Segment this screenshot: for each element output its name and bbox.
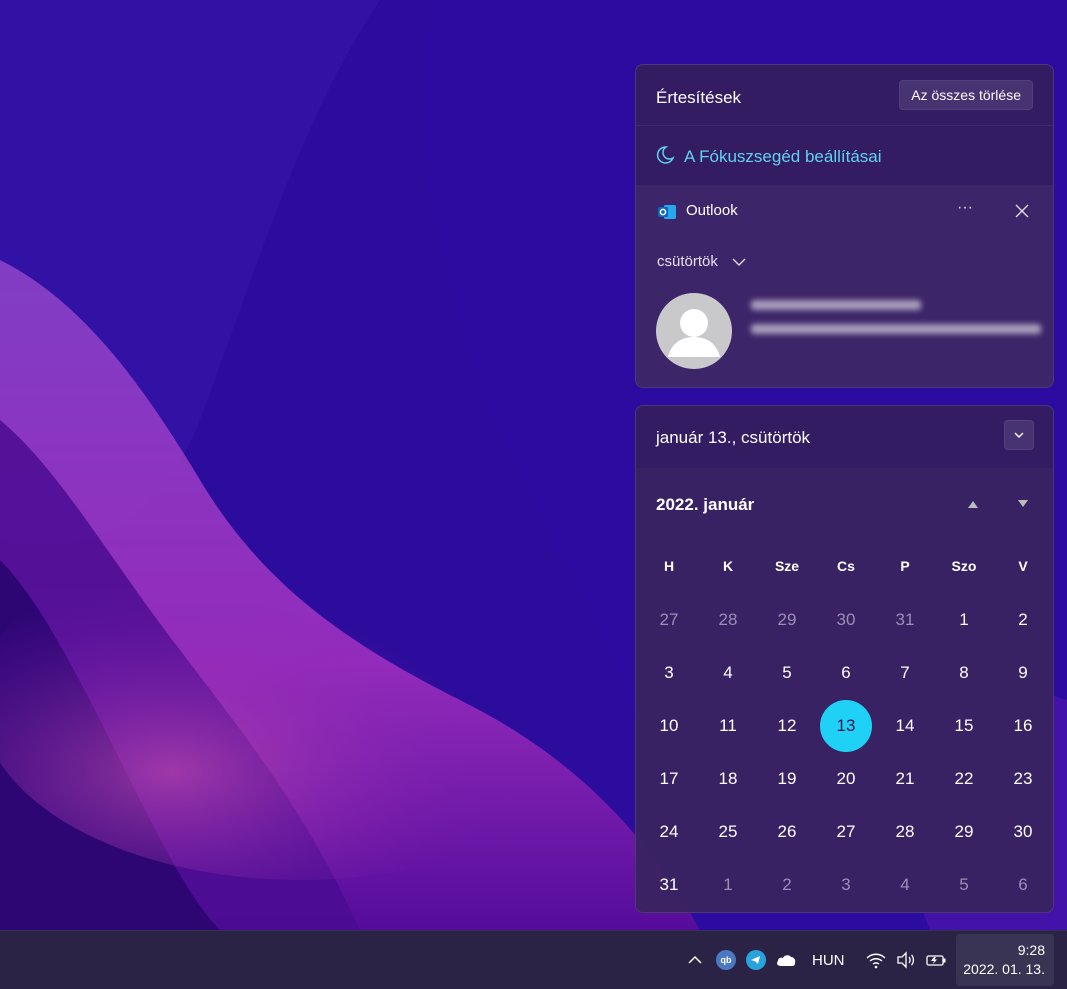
calendar-day-today[interactable]: 13 — [820, 700, 872, 752]
calendar-day[interactable]: 11 — [702, 700, 754, 752]
calendar-body: 2022. január H K Sze Cs P Szo V 27 28 29 30 31 1 2 3 4 5… — [636, 468, 1053, 912]
calendar-day[interactable]: 27 — [820, 806, 872, 858]
calendar-day[interactable]: 4 — [879, 859, 931, 911]
qbittorrent-icon[interactable]: qb — [716, 950, 736, 970]
calendar-day[interactable]: 15 — [938, 700, 990, 752]
calendar-day[interactable]: 9 — [997, 647, 1049, 699]
taskbar: qb HUN 9:28 2022. 01. 13. — [0, 930, 1067, 989]
notification-header: Értesítések Az összes törlése — [636, 65, 1053, 125]
calendar-day[interactable]: 17 — [643, 753, 695, 805]
calendar-flyout: január 13., csütörtök 2022. január H K Sze… — [635, 405, 1054, 913]
moon-icon — [656, 146, 675, 164]
outlook-icon — [658, 205, 676, 219]
calendar-day[interactable]: 5 — [938, 859, 990, 911]
calendar-day[interactable]: 26 — [761, 806, 813, 858]
weekday-header: K — [722, 558, 734, 574]
clock-date: 2022. 01. 13. — [963, 961, 1045, 977]
calendar-day[interactable]: 23 — [997, 753, 1049, 805]
next-month-icon[interactable] — [1016, 498, 1030, 510]
calendar-day[interactable]: 28 — [879, 806, 931, 858]
redacted-sender — [751, 300, 921, 310]
calendar-day[interactable]: 16 — [997, 700, 1049, 752]
close-icon[interactable] — [1012, 201, 1032, 221]
calendar-day[interactable]: 29 — [761, 594, 813, 646]
calendar-day[interactable]: 29 — [938, 806, 990, 858]
weekday-header: H — [663, 558, 675, 574]
calendar-header: január 13., csütörtök — [636, 406, 1053, 468]
chevron-up-icon[interactable] — [686, 951, 704, 969]
weekday-header: V — [1018, 558, 1028, 574]
volume-icon[interactable] — [895, 950, 917, 970]
calendar-day[interactable]: 21 — [879, 753, 931, 805]
outlook-notification-card[interactable]: Outlook ··· csütörtök — [636, 185, 1053, 387]
taskbar-clock[interactable]: 9:28 2022. 01. 13. — [956, 934, 1054, 986]
weekday-header: Cs — [837, 558, 855, 574]
telegram-icon[interactable] — [746, 950, 766, 970]
calendar-day[interactable]: 12 — [761, 700, 813, 752]
calendar-day[interactable]: 10 — [643, 700, 695, 752]
calendar-day[interactable]: 1 — [702, 859, 754, 911]
calendar-day[interactable]: 7 — [879, 647, 931, 699]
wifi-icon[interactable] — [865, 950, 887, 970]
notification-title: Értesítések — [656, 88, 742, 107]
calendar-day[interactable]: 25 — [702, 806, 754, 858]
notification-center: Értesítések Az összes törlése A Fókuszse… — [635, 64, 1054, 388]
calendar-day[interactable]: 2 — [997, 594, 1049, 646]
weekday-header: Sze — [774, 558, 800, 574]
onedrive-cloud-icon[interactable] — [775, 953, 797, 967]
calendar-day[interactable]: 19 — [761, 753, 813, 805]
collapse-calendar-button[interactable] — [1004, 420, 1034, 450]
focus-assist-settings-link[interactable]: A Fókuszsegéd beállításai — [636, 125, 1053, 185]
clear-all-button[interactable]: Az összes törlése — [899, 80, 1033, 110]
clock-time: 9:28 — [1017, 942, 1045, 958]
focus-assist-label: A Fókuszsegéd beállításai — [684, 147, 882, 166]
calendar-day[interactable]: 3 — [643, 647, 695, 699]
previous-month-icon[interactable] — [966, 498, 980, 510]
calendar-day[interactable]: 5 — [761, 647, 813, 699]
calendar-day[interactable]: 8 — [938, 647, 990, 699]
calendar-day[interactable]: 22 — [938, 753, 990, 805]
notification-app-name: Outlook — [686, 202, 738, 219]
battery-charging-icon[interactable] — [925, 950, 947, 970]
calendar-day[interactable]: 2 — [761, 859, 813, 911]
calendar-day[interactable]: 24 — [643, 806, 695, 858]
avatar — [656, 293, 732, 369]
input-language-indicator[interactable]: HUN — [812, 952, 845, 969]
weekday-header: Szo — [951, 558, 977, 574]
calendar-day[interactable]: 6 — [997, 859, 1049, 911]
calendar-day[interactable]: 27 — [643, 594, 695, 646]
calendar-day[interactable]: 31 — [879, 594, 931, 646]
more-options-button[interactable]: ··· — [954, 199, 976, 221]
chevron-down-icon — [1014, 432, 1024, 438]
calendar-day[interactable]: 14 — [879, 700, 931, 752]
month-title[interactable]: 2022. január — [656, 495, 754, 515]
calendar-day[interactable]: 1 — [938, 594, 990, 646]
redacted-message — [751, 324, 1041, 334]
weekday-header: P — [900, 558, 910, 574]
calendar-day[interactable]: 30 — [997, 806, 1049, 858]
calendar-date-title: január 13., csütörtök — [656, 428, 811, 447]
calendar-day[interactable]: 31 — [643, 859, 695, 911]
calendar-day[interactable]: 6 — [820, 647, 872, 699]
calendar-day[interactable]: 30 — [820, 594, 872, 646]
calendar-day[interactable]: 18 — [702, 753, 754, 805]
calendar-day[interactable]: 28 — [702, 594, 754, 646]
calendar-day[interactable]: 20 — [820, 753, 872, 805]
calendar-day[interactable]: 3 — [820, 859, 872, 911]
chevron-down-icon[interactable] — [731, 255, 747, 269]
notification-group-label: csütörtök — [657, 253, 718, 270]
calendar-day[interactable]: 4 — [702, 647, 754, 699]
